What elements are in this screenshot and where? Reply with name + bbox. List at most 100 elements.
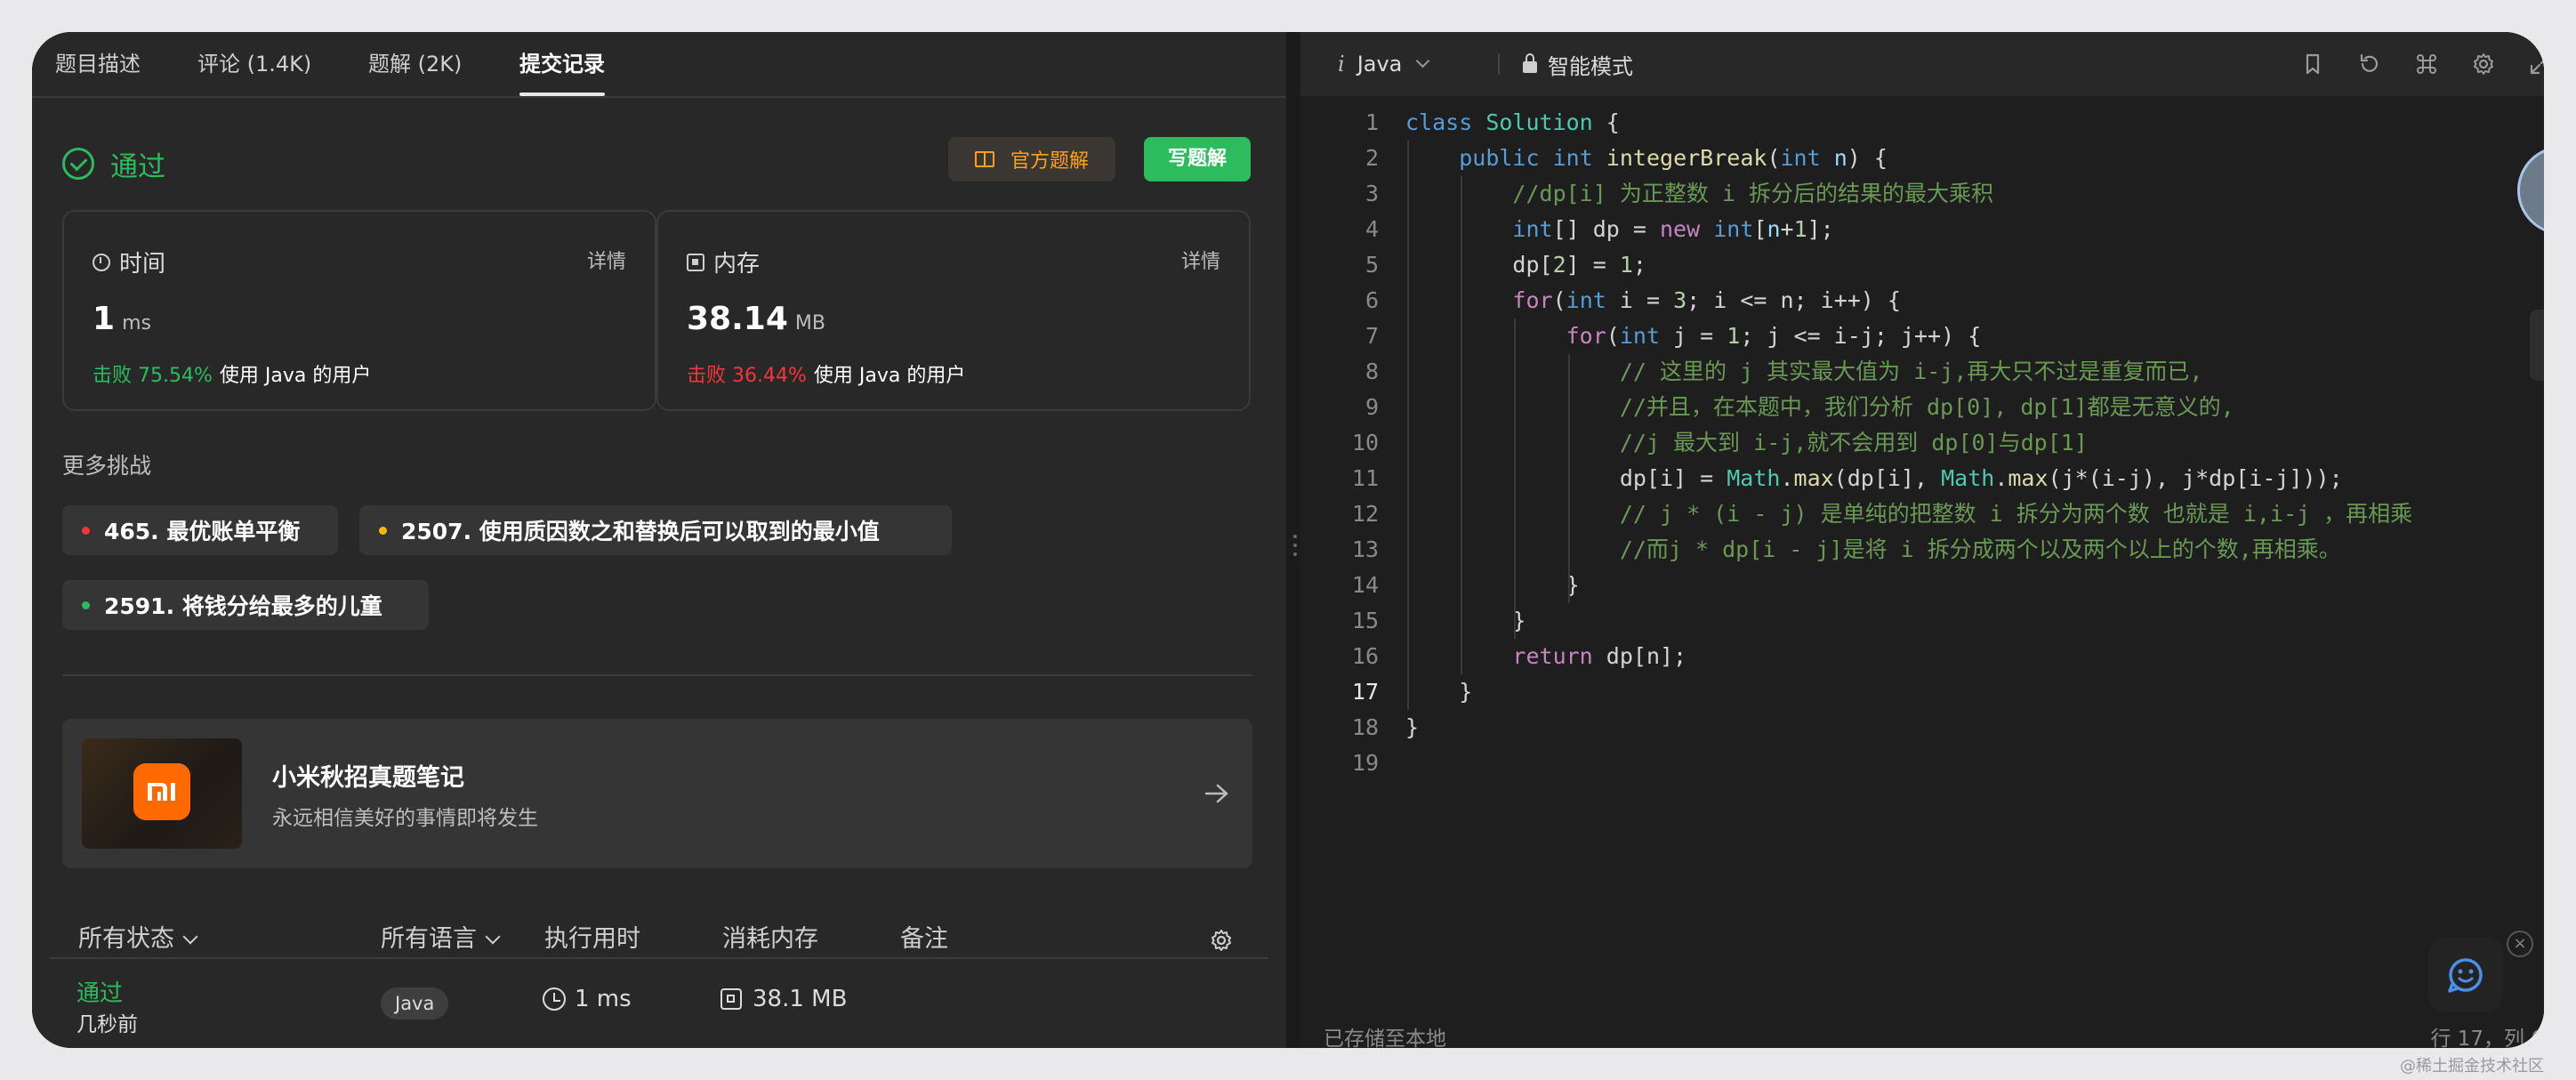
section-divider bbox=[62, 674, 1252, 676]
code-line[interactable]: 12 // j * (i - j) 是单纯的把整数 i 拆分为两个数 也就是 i… bbox=[1300, 496, 2544, 532]
line-number: 11 bbox=[1351, 465, 1379, 491]
line-number: 4 bbox=[1364, 216, 1379, 242]
row-memory-text: 38.1 MB bbox=[753, 986, 848, 1012]
memory-card-title: 内存 bbox=[687, 246, 760, 278]
challenge-label: 2507. 使用质因数之和替换后可以取到的最小值 bbox=[401, 519, 880, 544]
line-number: 9 bbox=[1364, 394, 1379, 420]
code-line[interactable]: 18} bbox=[1300, 710, 2544, 746]
expand-icon[interactable] bbox=[2528, 52, 2544, 77]
code-line[interactable]: 6 for(int i = 3; i <= n; i++) { bbox=[1300, 283, 2544, 318]
language-select[interactable]: i Java bbox=[1338, 32, 1430, 96]
official-solution-button[interactable]: 官方题解 bbox=[948, 137, 1115, 181]
line-number: 2 bbox=[1364, 145, 1379, 171]
runtime-unit: ms bbox=[122, 312, 151, 334]
code-line[interactable]: 16 return dp[n]; bbox=[1300, 639, 2544, 674]
code-text: } bbox=[1405, 679, 1473, 705]
code-editor[interactable]: 1 class Solution { 2 public int integerBre… bbox=[1300, 96, 2544, 1021]
code-line[interactable]: 13 //而j * dp[i - j]是将 i 拆分成两个以及两个以上的个数,再… bbox=[1300, 532, 2544, 568]
tab-description[interactable]: 题目描述 bbox=[55, 32, 141, 96]
arrow-right-icon bbox=[1204, 784, 1228, 803]
drag-handle-icon[interactable] bbox=[1293, 535, 1297, 561]
smart-mode-label: 智能模式 bbox=[1548, 53, 1633, 79]
challenge-label: 2591. 将钱分给最多的儿童 bbox=[104, 593, 382, 619]
gear-icon[interactable] bbox=[1210, 929, 1233, 952]
reset-icon[interactable] bbox=[2357, 52, 2382, 77]
code-text: //j 最大到 i-j,就不会用到 dp[0]与dp[1] bbox=[1619, 430, 2088, 455]
row-runtime-text: 1 ms bbox=[575, 986, 632, 1012]
bookmark-icon[interactable] bbox=[2300, 52, 2325, 77]
banner-subtitle: 永远相信美好的事情即将发生 bbox=[272, 807, 538, 830]
banner-image bbox=[82, 738, 242, 849]
code-text: // 这里的 j 其实最大值为 i-j,再大只不过是重复而已, bbox=[1619, 359, 2203, 384]
save-status: 已存储至本地 bbox=[1324, 1028, 1446, 1048]
code-line[interactable]: 14 } bbox=[1300, 568, 2544, 603]
line-number: 15 bbox=[1351, 608, 1379, 633]
code-line[interactable]: 8 // 这里的 j 其实最大值为 i-j,再大只不过是重复而已, bbox=[1300, 354, 2544, 390]
result-status: 通过 bbox=[62, 139, 165, 189]
code-text: for(int i = 3; i <= n; i++) { bbox=[1512, 287, 1901, 313]
code-line[interactable]: 15 } bbox=[1300, 603, 2544, 639]
code-line[interactable]: 19 bbox=[1300, 746, 2544, 781]
runtime-beat-text: 使用 Java 的用户 bbox=[219, 365, 372, 387]
challenge-chip-465[interactable]: 465. 最优账单平衡 bbox=[62, 505, 338, 555]
chat-smile-icon bbox=[2448, 958, 2483, 993]
close-icon[interactable]: × bbox=[2507, 931, 2533, 957]
memory-detail-link[interactable]: 详情 bbox=[1181, 246, 1220, 274]
memory-card[interactable]: 内存 详情 38.14 MB 击败 36.44% 使用 Java 的用户 bbox=[656, 210, 1251, 411]
code-line[interactable]: 11 dp[i] = Math.max(dp[i], Math.max(j*(i… bbox=[1300, 461, 2544, 496]
code-line[interactable]: 17 } bbox=[1300, 674, 2544, 710]
chip-icon bbox=[720, 988, 742, 1010]
indent-guide bbox=[1567, 354, 1570, 603]
code-line[interactable]: 10 //j 最大到 i-j,就不会用到 dp[0]与dp[1] bbox=[1300, 425, 2544, 461]
tab-submissions[interactable]: 提交记录 bbox=[519, 32, 605, 96]
command-icon[interactable] bbox=[2414, 52, 2439, 77]
chevron-down-icon bbox=[485, 929, 501, 945]
official-solution-label: 官方题解 bbox=[1010, 150, 1089, 173]
promo-banner[interactable]: 小米秋招真题笔记 永远相信美好的事情即将发生 bbox=[62, 719, 1252, 868]
runtime-card-title: 时间 bbox=[93, 246, 165, 278]
code-text: class Solution { bbox=[1405, 109, 1620, 135]
line-number: 19 bbox=[1351, 750, 1379, 776]
code-text: dp[i] = Math.max(dp[i], Math.max(j*(i-j)… bbox=[1405, 465, 2343, 491]
line-number: 13 bbox=[1351, 536, 1379, 562]
line-number: 17 bbox=[1351, 679, 1379, 705]
row-status[interactable]: 通过 bbox=[76, 975, 123, 1008]
code-line[interactable]: 1 class Solution { bbox=[1300, 105, 2544, 141]
check-circle-icon bbox=[62, 148, 94, 180]
memory-unit: MB bbox=[794, 312, 825, 334]
chevron-down-icon bbox=[182, 929, 198, 945]
challenge-chip-2591[interactable]: 2591. 将钱分给最多的儿童 bbox=[62, 580, 429, 630]
watermark: @稀土掘金技术社区 bbox=[2400, 1057, 2544, 1076]
memory-beat-text: 使用 Java 的用户 bbox=[813, 365, 966, 387]
left-tab-bar: 题目描述 评论 (1.4K) 题解 (2K) 提交记录 bbox=[32, 32, 1286, 98]
stopwatch-icon bbox=[93, 253, 110, 271]
line-number: 1 bbox=[1364, 109, 1379, 135]
write-solution-button[interactable]: 写题解 bbox=[1144, 137, 1251, 181]
code-line[interactable]: 9 //并且，在本题中，我们分析 dp[0], dp[1]都是无意义的, bbox=[1300, 390, 2544, 425]
runtime-detail-link[interactable]: 详情 bbox=[587, 246, 626, 274]
code-line[interactable]: 3 //dp[i] 为正整数 i 拆分后的结果的最大乘积 bbox=[1300, 176, 2544, 212]
code-line[interactable]: 2 public int integerBreak(int n) { bbox=[1300, 141, 2544, 176]
code-text: return dp[n]; bbox=[1512, 643, 1687, 669]
toolbar-separator bbox=[1498, 53, 1500, 75]
tab-solutions[interactable]: 题解 (2K) bbox=[368, 32, 462, 96]
line-number: 5 bbox=[1364, 252, 1379, 278]
feedback-button[interactable] bbox=[2428, 938, 2503, 1012]
side-panel-tab[interactable] bbox=[2530, 310, 2544, 381]
code-line[interactable]: 4 int[] dp = new int[n+1]; bbox=[1300, 212, 2544, 247]
code-line[interactable]: 5 dp[2] = 1; bbox=[1300, 247, 2544, 283]
smart-mode-toggle[interactable]: 智能模式 bbox=[1523, 32, 1633, 96]
tab-comments[interactable]: 评论 (1.4K) bbox=[197, 32, 311, 96]
row-runtime: 1 ms bbox=[543, 986, 632, 1012]
indent-guide bbox=[1461, 176, 1463, 674]
line-number: 6 bbox=[1364, 287, 1379, 313]
code-text: for(int j = 1; j <= i-j; j++) { bbox=[1566, 323, 1982, 349]
runtime-card[interactable]: 时间 详情 1 ms 击败 75.54% 使用 Java 的用户 bbox=[62, 210, 656, 411]
settings-icon[interactable] bbox=[2471, 52, 2496, 77]
more-challenges-title: 更多挑战 bbox=[62, 453, 152, 479]
memory-title-text: 内存 bbox=[713, 251, 761, 278]
code-line[interactable]: 7 for(int j = 1; j <= i-j; j++) { bbox=[1300, 318, 2544, 354]
code-text: //并且，在本题中，我们分析 dp[0], dp[1]都是无意义的, bbox=[1619, 394, 2234, 420]
challenge-chip-2507[interactable]: 2507. 使用质因数之和替换后可以取到的最小值 bbox=[359, 505, 952, 555]
memory-value: 38.14 MB bbox=[687, 301, 825, 337]
